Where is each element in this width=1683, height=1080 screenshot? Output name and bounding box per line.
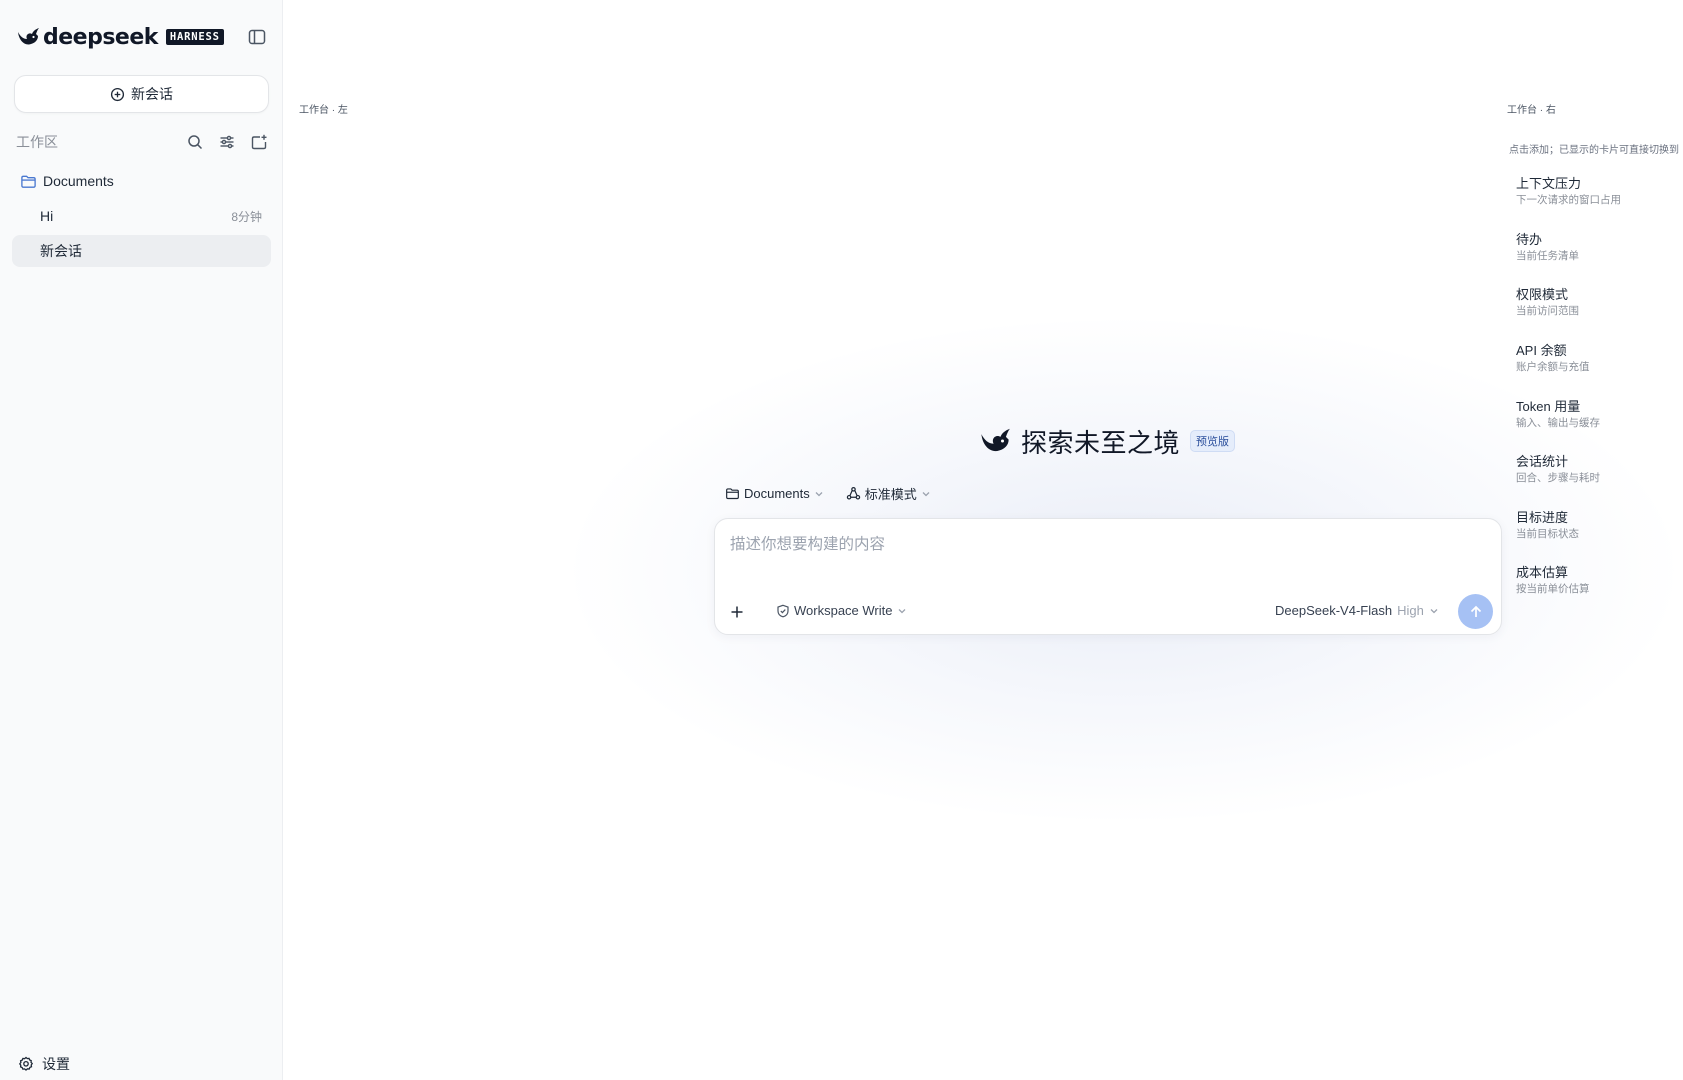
permission-selector[interactable]: Workspace Write	[776, 603, 907, 618]
model-selector[interactable]: DeepSeek-V4-Flash High	[1275, 603, 1439, 618]
settings-label: 设置	[42, 1056, 70, 1072]
agent-mode-icon	[846, 486, 860, 500]
card-subtitle: 回合、步骤与耗时	[1516, 472, 1600, 484]
workbench-left-label: 工作台 · 左	[299, 105, 348, 116]
card-title: 上下文压力	[1516, 176, 1582, 191]
folder-name: Documents	[43, 173, 114, 189]
plus-icon	[731, 606, 743, 618]
brand: deepseek HARNESS	[16, 24, 224, 50]
prompt-input[interactable]	[730, 533, 1470, 557]
card-title: 会话统计	[1516, 454, 1569, 469]
sliders-icon[interactable]	[218, 133, 236, 151]
card-title: Token 用量	[1516, 399, 1581, 414]
card-subtitle: 按当前单价估算	[1516, 583, 1590, 595]
reasoning-level: High	[1397, 603, 1424, 618]
chevron-down-icon	[922, 491, 930, 496]
search-icon[interactable]	[186, 133, 204, 151]
card-title: 目标进度	[1516, 510, 1569, 525]
chat-item-active[interactable]: 新会话	[12, 235, 271, 267]
gear-icon	[18, 1056, 34, 1071]
hero: 探索未至之境 预览版	[977, 424, 1236, 458]
card-subtitle: 输入、输出与缓存	[1516, 417, 1600, 429]
folder-plus-icon[interactable]	[250, 133, 268, 151]
card-token-usage[interactable]: Token 用量 输入、输出与缓存	[1516, 399, 1676, 430]
model-name: DeepSeek-V4-Flash	[1275, 603, 1393, 618]
folder-documents[interactable]: Documents	[20, 170, 114, 192]
chevron-down-icon	[898, 608, 905, 613]
new-chat-label: 新会话	[131, 86, 173, 102]
chevron-down-icon	[815, 491, 823, 496]
card-title: 成本估算	[1516, 565, 1569, 580]
folder-selector[interactable]: Documents	[725, 486, 824, 501]
mode-selector[interactable]: 标准模式	[846, 484, 931, 503]
composer: Workspace Write DeepSeek-V4-Flash High	[714, 518, 1502, 635]
chat-item[interactable]: Hi 8分钟	[12, 200, 271, 232]
chat-title: 新会话	[40, 243, 82, 259]
attach-button[interactable]	[724, 599, 750, 625]
chat-time: 8分钟	[231, 209, 262, 224]
send-button[interactable]	[1458, 594, 1493, 629]
shield-icon	[777, 604, 789, 617]
card-title: 待办	[1516, 232, 1543, 247]
card-subtitle: 账户余额与充值	[1516, 361, 1590, 373]
card-context-pressure[interactable]: 上下文压力 下一次请求的窗口占用	[1516, 176, 1676, 207]
permission-label: Workspace Write	[794, 603, 893, 618]
card-subtitle: 当前访问范围	[1516, 305, 1579, 317]
card-subtitle: 下一次请求的窗口占用	[1516, 194, 1621, 206]
card-session-stats[interactable]: 会话统计 回合、步骤与耗时	[1516, 454, 1676, 485]
app-window: deepseek HARNESS 新会话 工作区 Documents Hi 8分…	[0, 0, 1683, 1080]
card-goal-progress[interactable]: 目标进度 当前目标状态	[1516, 510, 1676, 541]
card-title: API 余额	[1516, 343, 1567, 358]
settings-button[interactable]: 设置	[18, 1054, 70, 1074]
workbench-right-label: 工作台 · 右	[1507, 105, 1556, 116]
workbench-hint: 点击添加；已显示的卡片可直接切换到	[1509, 145, 1679, 156]
whale-logo-icon	[18, 28, 39, 45]
card-permission-mode[interactable]: 权限模式 当前访问范围	[1516, 287, 1676, 318]
sidebar-toggle-icon[interactable]	[247, 27, 267, 47]
plus-circle-icon	[110, 87, 125, 101]
folder-selector-label: Documents	[744, 486, 810, 501]
hero-title: 探索未至之境	[1021, 427, 1181, 458]
chat-title: Hi	[40, 208, 54, 224]
workspace-label: 工作区	[16, 134, 58, 150]
new-chat-button[interactable]: 新会话	[14, 75, 269, 113]
context-pills: Documents 标准模式	[725, 484, 931, 503]
card-todo[interactable]: 待办 当前任务清单	[1516, 232, 1676, 263]
brand-badge: HARNESS	[165, 29, 224, 45]
brand-name: deepseek	[43, 24, 158, 50]
card-subtitle: 当前目标状态	[1516, 528, 1579, 540]
main-area: 工作台 · 左 探索未至之境 预览版 Documents 标准模式 描述你想要构…	[284, 0, 1683, 1080]
sidebar: deepseek HARNESS 新会话 工作区 Documents Hi 8分…	[0, 0, 283, 1080]
folder-icon	[726, 488, 739, 500]
folder-icon	[21, 175, 36, 188]
whale-logo-icon	[981, 428, 1010, 452]
workspace-header: 工作区	[16, 131, 268, 153]
card-title: 权限模式	[1516, 287, 1569, 302]
chevron-down-icon	[1430, 608, 1438, 613]
preview-badge: 预览版	[1190, 430, 1236, 452]
card-subtitle: 当前任务清单	[1516, 250, 1579, 262]
mode-selector-label: 标准模式	[864, 487, 917, 502]
card-api-balance[interactable]: API 余额 账户余额与充值	[1516, 343, 1676, 374]
card-cost-estimate[interactable]: 成本估算 按当前单价估算	[1516, 565, 1676, 596]
arrow-up-icon	[1470, 605, 1481, 617]
